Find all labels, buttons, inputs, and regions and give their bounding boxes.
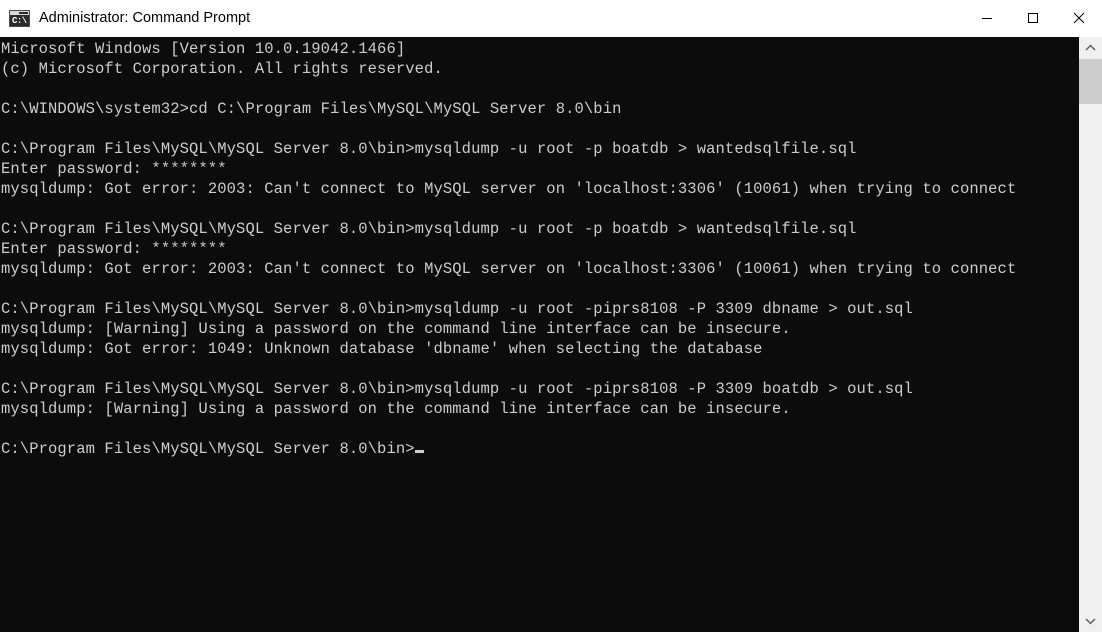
maximize-button[interactable] (1010, 0, 1056, 36)
chevron-down-icon (1085, 618, 1096, 625)
maximize-icon (1028, 13, 1038, 23)
terminal-prompt: C:\Program Files\MySQL\MySQL Server 8.0\… (1, 440, 415, 458)
window-title: Administrator: Command Prompt (39, 10, 251, 26)
window-controls (964, 0, 1102, 36)
scrollbar-thumb[interactable] (1079, 59, 1102, 104)
terminal-line: C:\WINDOWS\system32>cd C:\Program Files\… (1, 100, 622, 118)
terminal-line: C:\Program Files\MySQL\MySQL Server 8.0\… (1, 380, 913, 398)
terminal-prompt-line[interactable]: C:\Program Files\MySQL\MySQL Server 8.0\… (1, 439, 1078, 459)
vertical-scrollbar[interactable] (1078, 37, 1102, 632)
minimize-icon (982, 18, 992, 19)
scrollbar-down-button[interactable] (1079, 610, 1102, 632)
terminal-line: (c) Microsoft Corporation. All rights re… (1, 60, 443, 78)
terminal-line: mysqldump: Got error: 1049: Unknown data… (1, 340, 763, 358)
terminal-line: C:\Program Files\MySQL\MySQL Server 8.0\… (1, 140, 857, 158)
terminal-line: mysqldump: Got error: 2003: Can't connec… (1, 260, 1017, 278)
command-prompt-window: C:\ Administrator: Command Prompt Micros… (0, 0, 1102, 632)
titlebar-left: C:\ Administrator: Command Prompt (0, 0, 964, 36)
minimize-button[interactable] (964, 0, 1010, 36)
terminal-output[interactable]: Microsoft Windows [Version 10.0.19042.14… (0, 37, 1078, 632)
terminal-line: C:\Program Files\MySQL\MySQL Server 8.0\… (1, 220, 857, 238)
terminal-cursor (414, 450, 424, 453)
scrollbar-up-button[interactable] (1079, 37, 1102, 59)
terminal-line: mysqldump: [Warning] Using a password on… (1, 320, 791, 338)
terminal-line: C:\Program Files\MySQL\MySQL Server 8.0\… (1, 300, 913, 318)
titlebar: C:\ Administrator: Command Prompt (0, 0, 1102, 37)
client-area: Microsoft Windows [Version 10.0.19042.14… (0, 37, 1102, 632)
terminal-line: Enter password: ******** (1, 160, 227, 178)
scrollbar-track[interactable] (1079, 59, 1102, 610)
close-button[interactable] (1056, 0, 1102, 36)
chevron-up-icon (1085, 44, 1096, 51)
console-icon-glyph: C:\ (12, 15, 27, 26)
close-icon (1073, 12, 1085, 24)
console-icon: C:\ (9, 9, 30, 27)
terminal-line: Microsoft Windows [Version 10.0.19042.14… (1, 40, 406, 58)
terminal-line: mysqldump: Got error: 2003: Can't connec… (1, 180, 1017, 198)
terminal-line: mysqldump: [Warning] Using a password on… (1, 400, 791, 418)
terminal-line: Enter password: ******** (1, 240, 227, 258)
